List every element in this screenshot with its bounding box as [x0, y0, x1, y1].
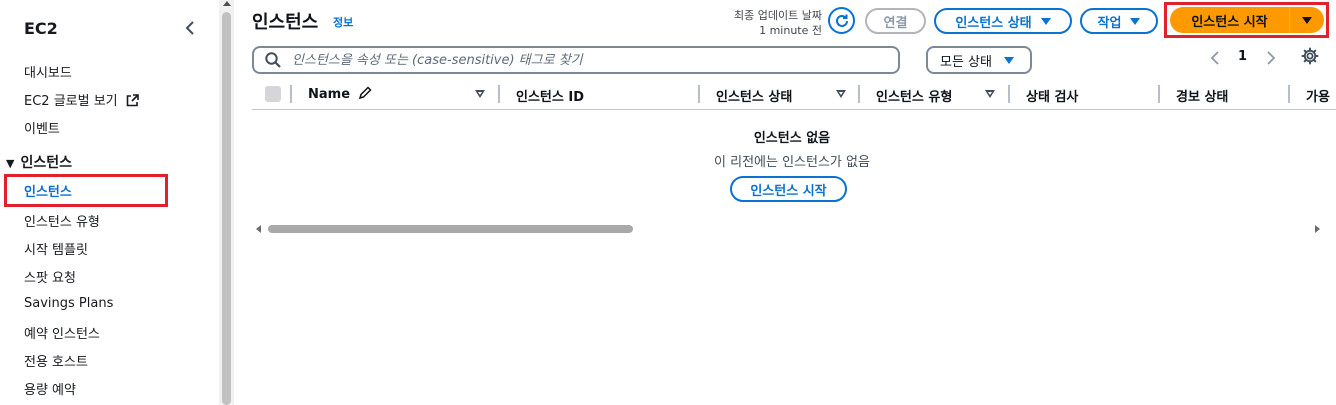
column-divider[interactable]: [498, 85, 500, 103]
sidebar-item-reserved-instances[interactable]: 예약 인스턴스: [24, 323, 100, 342]
side-navigation: EC2 대시보드 EC2 글로벌 보기 이벤트 ▼ 인스턴스 인스턴스 인스턴스 …: [0, 0, 220, 405]
search-input[interactable]: [292, 52, 882, 68]
search-field[interactable]: [252, 46, 900, 74]
page-title: 인스턴스: [252, 12, 319, 33]
scroll-up-arrow-icon[interactable]: [222, 1, 231, 6]
column-header-alarm-status[interactable]: 경보 상태: [1176, 86, 1228, 105]
select-all-checkbox[interactable]: [265, 86, 281, 102]
empty-state-description: 이 리전에는 인스턴스가 없음: [714, 155, 870, 170]
state-filter-value: 모든 상태: [940, 54, 992, 70]
column-header-status-check[interactable]: 상태 검사: [1026, 86, 1078, 105]
column-header-availability-zone[interactable]: 가용: [1306, 86, 1330, 105]
info-link[interactable]: 정보: [333, 14, 353, 30]
chevron-right-icon[interactable]: [1264, 49, 1278, 67]
connect-button[interactable]: 연결: [865, 8, 926, 34]
last-updated-value: 1 minute 전: [759, 24, 822, 37]
caret-down-icon: [1130, 17, 1141, 25]
scroll-left-arrow-icon[interactable]: [256, 225, 261, 233]
column-header-instance-state[interactable]: 인스턴스 상태: [716, 86, 792, 105]
launch-instance-split-button[interactable]: 인스턴스 시작: [1170, 7, 1324, 33]
sidebar-item-instance-types[interactable]: 인스턴스 유형: [24, 211, 100, 230]
sort-icon[interactable]: [836, 90, 846, 98]
launch-instance-button[interactable]: 인스턴스 시작: [1170, 7, 1289, 33]
instance-state-label: 인스턴스 상태: [955, 15, 1032, 31]
column-divider[interactable]: [1288, 85, 1290, 103]
column-label: Name: [308, 87, 351, 102]
empty-state-title: 인스턴스 없음: [753, 131, 831, 146]
external-link-icon: [126, 94, 139, 107]
sidebar-item-capacity-reservations[interactable]: 용량 예약: [24, 379, 76, 398]
state-filter-select[interactable]: 모든 상태: [926, 46, 1032, 74]
column-divider[interactable]: [698, 85, 700, 103]
scroll-right-arrow-icon[interactable]: [1315, 225, 1320, 233]
vertical-scrollbar-thumb[interactable]: [222, 12, 231, 405]
actions-button[interactable]: 작업: [1080, 8, 1158, 34]
chevron-left-icon[interactable]: [181, 17, 201, 39]
sidebar-item-label: EC2 글로벌 보기: [24, 94, 118, 109]
page-number[interactable]: 1: [1238, 49, 1247, 64]
column-divider[interactable]: [1158, 85, 1160, 103]
chevron-left-icon[interactable]: [1208, 49, 1222, 67]
sidebar-item-savings-plans[interactable]: Savings Plans: [24, 296, 113, 311]
sidebar-item-spot-requests[interactable]: 스팟 요청: [24, 267, 76, 286]
refresh-icon: [835, 14, 848, 27]
column-header-instance-id[interactable]: 인스턴스 ID: [516, 86, 584, 105]
search-icon: [265, 52, 281, 68]
last-updated-label: 최종 업데이트 날짜: [734, 9, 822, 22]
sort-icon[interactable]: [985, 90, 995, 98]
sort-icon[interactable]: [475, 90, 485, 98]
caret-down-icon: [1040, 17, 1051, 25]
highlight-box: [4, 174, 168, 207]
empty-launch-instance-button[interactable]: 인스턴스 시작: [730, 176, 847, 202]
caret-down-icon: [1302, 16, 1312, 24]
edit-icon: [358, 86, 372, 100]
caret-down-icon: ▼: [6, 157, 15, 170]
sidebar-item-global-view[interactable]: EC2 글로벌 보기: [24, 90, 139, 109]
gear-icon[interactable]: [1301, 47, 1319, 65]
sidebar-item-dashboard[interactable]: 대시보드: [24, 62, 72, 81]
column-divider[interactable]: [290, 85, 292, 103]
caret-down-icon: [1003, 56, 1014, 64]
refresh-button[interactable]: [828, 7, 855, 34]
sidebar-item-launch-templates[interactable]: 시작 템플릿: [24, 239, 88, 258]
column-header-instance-type[interactable]: 인스턴스 유형: [876, 86, 952, 105]
table-header: Name 인스턴스 ID 인스턴스 상태 인스턴스 유형 상태 검사 경보 상태…: [252, 82, 1336, 110]
instance-state-button[interactable]: 인스턴스 상태: [934, 8, 1072, 34]
column-header-name[interactable]: Name: [308, 86, 372, 102]
sidebar-item-events[interactable]: 이벤트: [24, 118, 60, 137]
column-divider[interactable]: [858, 85, 860, 103]
last-updated: 최종 업데이트 날짜 1 minute 전: [734, 8, 822, 38]
launch-dropdown-button[interactable]: [1290, 7, 1324, 33]
sidebar-title[interactable]: EC2: [24, 19, 58, 38]
horizontal-scrollbar-thumb[interactable]: [268, 225, 633, 233]
sidebar-section-instances[interactable]: ▼ 인스턴스: [6, 152, 72, 172]
column-divider[interactable]: [1008, 85, 1010, 103]
actions-label: 작업: [1097, 15, 1122, 31]
sidebar-section-label: 인스턴스: [20, 155, 72, 171]
sidebar-item-dedicated-hosts[interactable]: 전용 호스트: [24, 351, 88, 370]
